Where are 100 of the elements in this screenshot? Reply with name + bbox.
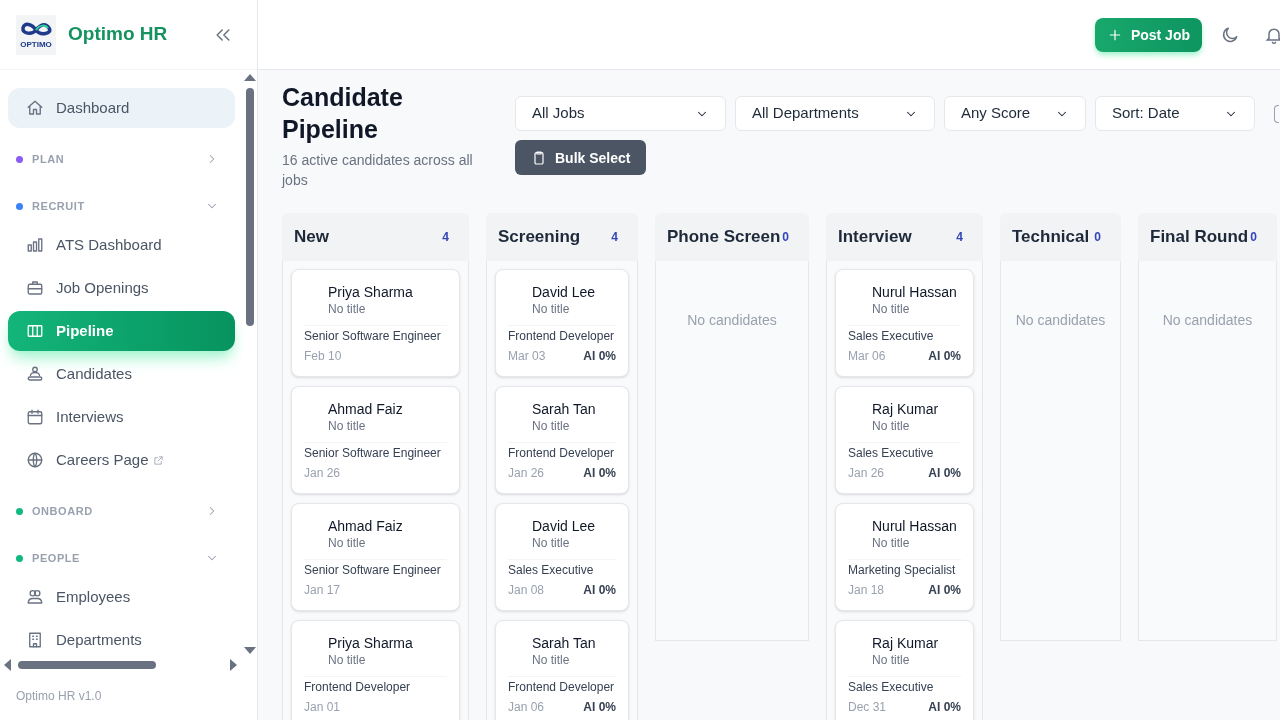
applied-date: Jan 08 <box>508 582 545 598</box>
candidate-card[interactable]: Raj Kumar No title Sales Executive Jan 26 AI 0% <box>835 386 974 494</box>
candidate-card[interactable]: Nurul Hassan No title Sales Executive Mar 06 AI 0% <box>835 269 974 377</box>
candidate-title: No title <box>872 418 911 434</box>
candidate-name: Sarah Tan <box>532 634 597 652</box>
candidate-name: Raj Kumar <box>872 400 940 418</box>
candidate-name: David Lee <box>532 283 597 301</box>
version-text: Optimo HR v1.0 <box>16 688 102 704</box>
logo-text: OPTIMO <box>20 40 52 49</box>
external-link-icon <box>152 454 164 466</box>
ai-score: AI 0% <box>583 699 616 715</box>
calendar-icon <box>26 408 44 426</box>
ai-score: AI 0% <box>583 465 616 481</box>
column-count: 4 <box>611 229 618 245</box>
ai-score: AI 0% <box>583 348 616 364</box>
brand-name: Optimo HR <box>68 22 168 47</box>
home-icon <box>26 99 44 117</box>
ai-score: AI 0% <box>928 465 961 481</box>
ai-score: AI 0% <box>928 582 961 598</box>
candidate-card[interactable]: Raj Kumar No title Sales Executive Dec 31 AI 0% <box>835 620 974 720</box>
candidate-title: No title <box>872 535 911 551</box>
nav-item[interactable]: Dashboard <box>8 88 236 128</box>
toggle-icon[interactable] <box>1274 104 1279 123</box>
candidate-title: No title <box>328 535 367 551</box>
nav-item[interactable]: Job Openings <box>8 268 236 308</box>
filter-select[interactable]: Any Score <box>944 96 1086 131</box>
candidate-title: No title <box>532 418 571 434</box>
candidate-title: No title <box>328 301 367 317</box>
candidate-card[interactable]: Nurul Hassan No title Marketing Specialist Jan 18 AI 0% <box>835 503 974 611</box>
column-title: Phone Screen <box>667 226 781 249</box>
candidate-title: No title <box>328 418 367 434</box>
nav-item[interactable]: Departments <box>8 620 236 658</box>
job-title: Sales Executive <box>848 679 935 695</box>
column-title: New <box>294 226 329 249</box>
ai-score: AI 0% <box>928 699 961 715</box>
column-title: Technical <box>1012 226 1090 249</box>
applied-date: Jan 17 <box>304 582 341 598</box>
column-count: 4 <box>442 229 449 245</box>
clipboard-icon <box>531 149 547 166</box>
candidate-card[interactable]: Sarah Tan No title Frontend Developer Jan 06 AI 0% <box>495 620 629 720</box>
nav-item[interactable]: Interviews <box>8 397 236 437</box>
bar-chart-icon <box>26 236 44 254</box>
job-title: Marketing Specialist <box>848 562 957 578</box>
users-icon <box>26 588 44 606</box>
empty-message: No candidates <box>1014 311 1107 330</box>
globe-icon <box>26 451 44 469</box>
job-title: Senior Software Engineer <box>304 562 442 578</box>
candidate-title: No title <box>872 652 911 668</box>
candidate-title: No title <box>328 652 367 668</box>
filter-select[interactable]: All Jobs <box>515 96 726 131</box>
column-count: 0 <box>1094 229 1101 245</box>
job-title: Frontend Developer <box>508 679 616 695</box>
candidate-name: Priya Sharma <box>328 283 414 301</box>
candidate-title: No title <box>872 301 911 317</box>
candidate-title: No title <box>532 652 571 668</box>
job-title: Frontend Developer <box>508 328 616 344</box>
job-title: Sales Executive <box>508 562 595 578</box>
applied-date: Jan 06 <box>508 699 545 715</box>
job-title: Frontend Developer <box>304 679 412 695</box>
building-icon <box>26 631 44 649</box>
applied-date: Feb 10 <box>304 348 342 364</box>
briefcase-icon <box>26 279 44 297</box>
empty-message: No candidates <box>1161 311 1254 330</box>
job-title: Senior Software Engineer <box>304 445 442 461</box>
filter-select[interactable]: Sort: Date <box>1095 96 1255 131</box>
job-title: Frontend Developer <box>508 445 616 461</box>
post-job-button[interactable]: Post Job <box>1094 17 1202 52</box>
candidate-title: No title <box>532 301 571 317</box>
bulk-select-button[interactable]: Bulk Select <box>515 140 647 175</box>
column-count: 0 <box>782 229 789 245</box>
candidate-card[interactable]: David Lee No title Frontend Developer Mar 03 AI 0% <box>495 269 629 377</box>
ai-score: AI 0% <box>928 348 961 364</box>
nav-item[interactable]: ATS Dashboard <box>8 225 236 265</box>
column-title: Screening <box>498 226 581 249</box>
nav-item[interactable]: Careers Page <box>8 440 236 480</box>
empty-message: No candidates <box>686 311 778 330</box>
candidate-name: Priya Sharma <box>328 634 414 652</box>
candidate-card[interactable]: Ahmad Faiz No title Senior Software Engineer Jan 26 <box>291 386 460 494</box>
columns-icon <box>26 322 44 340</box>
applied-date: Jan 26 <box>508 465 545 481</box>
applied-date: Jan 26 <box>304 465 341 481</box>
candidate-card[interactable]: David Lee No title Sales Executive Jan 08 AI 0% <box>495 503 629 611</box>
ai-score: AI 0% <box>583 582 616 598</box>
job-title: Sales Executive <box>848 328 935 344</box>
candidate-card[interactable]: Priya Sharma No title Frontend Developer Jan 01 <box>291 620 460 720</box>
candidate-card[interactable]: Ahmad Faiz No title Senior Software Engineer Jan 17 <box>291 503 460 611</box>
candidate-name: Ahmad Faiz <box>328 400 404 418</box>
applied-date: Jan 01 <box>304 699 341 715</box>
applied-date: Jan 26 <box>848 465 885 481</box>
candidate-card[interactable]: Sarah Tan No title Frontend Developer Jan 26 AI 0% <box>495 386 629 494</box>
candidate-name: Sarah Tan <box>532 400 597 418</box>
candidate-name: David Lee <box>532 517 597 535</box>
candidate-title: No title <box>532 535 571 551</box>
applied-date: Mar 06 <box>848 348 886 364</box>
nav-item[interactable]: Candidates <box>8 354 236 394</box>
nav-item[interactable]: Employees <box>8 577 236 617</box>
page-title: Candidate Pipeline <box>282 82 404 145</box>
candidate-name: Raj Kumar <box>872 634 940 652</box>
filter-select[interactable]: All Departments <box>735 96 935 131</box>
candidate-card[interactable]: Priya Sharma No title Senior Software Engineer Feb 10 <box>291 269 460 377</box>
